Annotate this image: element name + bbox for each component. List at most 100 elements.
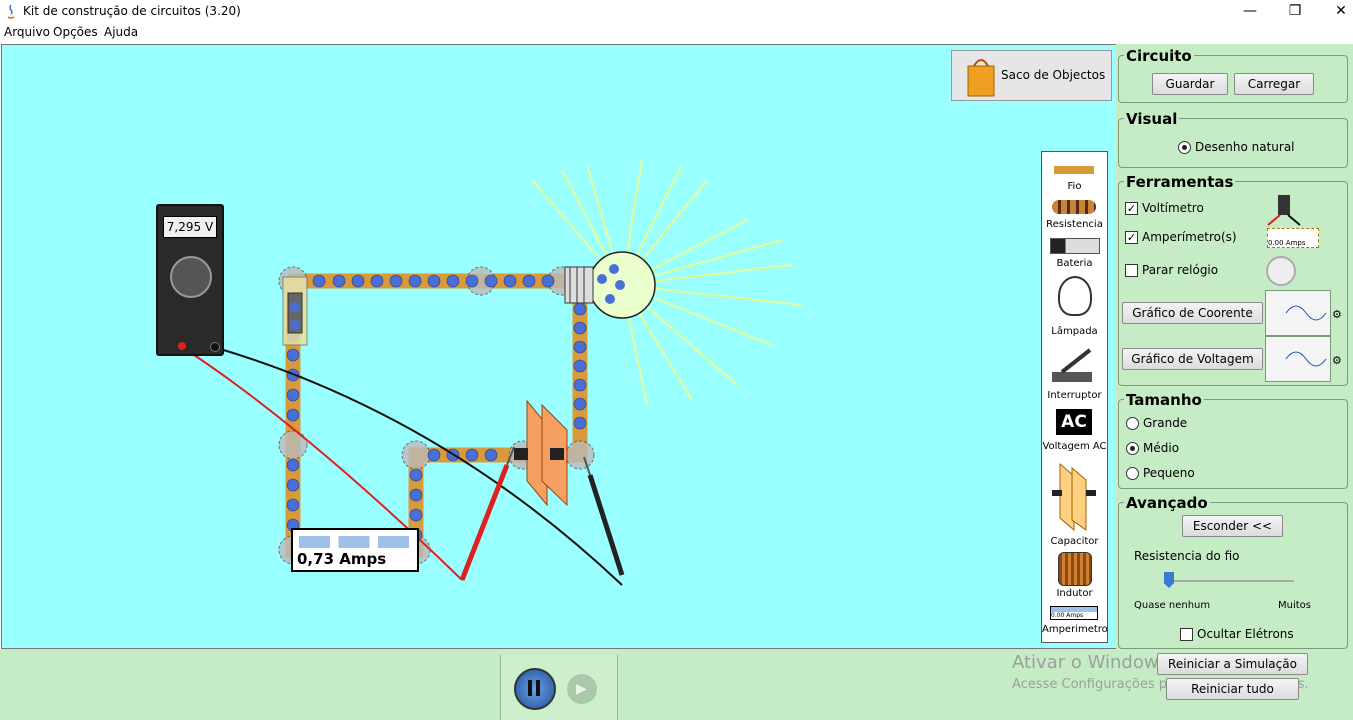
- tool-amperimetro-label: Amperimetro: [1042, 624, 1108, 635]
- tool-interruptor[interactable]: Interruptor: [1042, 344, 1107, 402]
- capacitor-icon: [1052, 462, 1096, 532]
- desenho-natural-radio[interactable]: [1178, 141, 1191, 154]
- object-bag-label: Saco de Objectos: [1001, 68, 1106, 82]
- maximize-button[interactable]: ❐: [1272, 0, 1318, 23]
- slider-min-label: Quase nenhum: [1134, 600, 1211, 611]
- voltmeter-device[interactable]: 7,295 V: [156, 204, 224, 356]
- grafico-voltagem-button[interactable]: Gráfico de Voltagem: [1122, 348, 1263, 370]
- tool-amperimetro[interactable]: 0.00 Amps Amperimetro: [1042, 604, 1108, 640]
- battery-icon: [1050, 238, 1100, 254]
- circuito-title: Circuito: [1124, 47, 1194, 65]
- desenho-natural-label: Desenho natural: [1195, 140, 1295, 154]
- avancado-title: Avançado: [1124, 494, 1210, 512]
- window-title: Kit de construção de circuitos (3.20): [23, 4, 241, 18]
- inductor-icon: [1058, 552, 1092, 586]
- capacitor-component[interactable]: [514, 399, 568, 507]
- menu-ajuda[interactable]: Ajuda: [104, 25, 138, 39]
- close-icon: ✕: [1335, 3, 1347, 19]
- visual-title: Visual: [1124, 110, 1180, 128]
- voltimetro-label: Voltímetro: [1142, 201, 1204, 215]
- pequeno-radio[interactable]: [1126, 467, 1139, 480]
- tool-bateria-label: Bateria: [1056, 258, 1093, 269]
- ammeter-segments: [299, 536, 409, 548]
- guardar-button[interactable]: Guardar: [1152, 73, 1228, 95]
- ocultar-eletrons-checkbox[interactable]: [1180, 628, 1193, 641]
- amperimetro-checkbox[interactable]: ✓: [1125, 231, 1138, 244]
- tool-capacitor[interactable]: Capacitor: [1042, 460, 1107, 548]
- stopwatch-icon: [1266, 256, 1296, 286]
- electrons: [286, 274, 587, 542]
- tool-fio[interactable]: Fio: [1042, 162, 1107, 194]
- circuit-canvas[interactable]: 7,295 V 0,73 Amps Saco de Objectos: [1, 44, 1117, 649]
- close-button[interactable]: ✕: [1318, 0, 1353, 23]
- java-app-icon: [7, 4, 15, 19]
- grafico-corrente-button[interactable]: Gráfico de Coorente: [1122, 302, 1263, 324]
- reiniciar-simulacao-button[interactable]: Reiniciar a Simulação: [1157, 653, 1308, 675]
- tool-fio-label: Fio: [1067, 181, 1082, 192]
- tool-interruptor-label: Interruptor: [1047, 390, 1102, 401]
- reiniciar-tudo-button[interactable]: Reiniciar tudo: [1166, 678, 1299, 700]
- resistor-icon: [1052, 200, 1096, 214]
- ocultar-eletrons-label: Ocultar Elétrons: [1197, 627, 1294, 641]
- tool-indutor[interactable]: Indutor: [1042, 552, 1107, 602]
- voltmeter-display: 7,295 V: [163, 216, 217, 238]
- lightbulb-icon: [1058, 276, 1092, 316]
- parar-relogio-label: Parar relógio: [1142, 263, 1219, 277]
- object-bag-button[interactable]: Saco de Objectos: [951, 50, 1112, 101]
- red-probe[interactable]: [459, 446, 515, 581]
- ferramentas-title: Ferramentas: [1124, 173, 1236, 191]
- medio-radio[interactable]: [1126, 442, 1139, 455]
- black-probe[interactable]: [583, 456, 625, 576]
- ammeter-icon: 0.00 Amps: [1050, 606, 1098, 620]
- step-button[interactable]: ▶: [567, 674, 597, 704]
- grande-label: Grande: [1143, 416, 1188, 430]
- carregar-button[interactable]: Carregar: [1234, 73, 1314, 95]
- parar-relogio-checkbox[interactable]: [1125, 264, 1138, 277]
- resistencia-fio-label: Resistencia do fio: [1134, 549, 1240, 563]
- minimize-icon: —: [1243, 3, 1257, 19]
- wire-icon: [1054, 166, 1094, 174]
- ammeter-reading: 0,73 Amps: [297, 550, 387, 568]
- minimize-button[interactable]: —: [1227, 0, 1273, 23]
- tool-bateria[interactable]: Bateria: [1042, 236, 1107, 270]
- slider-max-label: Muitos: [1278, 600, 1311, 611]
- pequeno-label: Pequeno: [1143, 466, 1195, 480]
- component-toolbox: Fio Resistencia Bateria Lâmpada Interrup…: [1041, 151, 1108, 643]
- esconder-button[interactable]: Esconder <<: [1182, 515, 1283, 537]
- voltimetro-checkbox[interactable]: ✓: [1125, 202, 1138, 215]
- switch-icon: [1052, 348, 1092, 382]
- current-chart-icon: [1265, 290, 1331, 336]
- tool-indutor-label: Indutor: [1056, 588, 1093, 599]
- tool-voltagem-ac[interactable]: AC Voltagem AC: [1042, 409, 1107, 455]
- voltmeter-jack-black: [210, 342, 220, 352]
- restore-icon: ❐: [1288, 3, 1302, 19]
- voltmeter-tool-icon: [1267, 195, 1301, 226]
- resistencia-fio-track: [1168, 580, 1294, 582]
- tool-resistencia[interactable]: Resistencia: [1042, 198, 1107, 232]
- shopping-bag-icon: [967, 59, 995, 97]
- voltage-chart-gear-icon[interactable]: ⚙: [1332, 354, 1342, 367]
- medio-label: Médio: [1143, 441, 1180, 455]
- playback-controls: ▶: [500, 655, 618, 720]
- grande-radio[interactable]: [1126, 417, 1139, 430]
- tamanho-title: Tamanho: [1124, 391, 1204, 409]
- menu-opcoes[interactable]: Opções: [53, 25, 98, 39]
- tool-resistencia-label: Resistencia: [1046, 219, 1103, 230]
- voltmeter-dial: [170, 256, 212, 298]
- menu-bar: Arquivo Opções Ajuda: [0, 23, 1353, 42]
- current-chart-gear-icon[interactable]: ⚙: [1332, 308, 1342, 321]
- tool-lampada[interactable]: Lâmpada: [1042, 274, 1107, 338]
- amperimetro-label: Amperímetro(s): [1142, 230, 1237, 244]
- pause-button[interactable]: [514, 668, 556, 710]
- voltage-chart-icon: [1265, 336, 1331, 382]
- voltmeter-jack-red: [178, 342, 186, 350]
- ammeter-tool-icon: 0.00 Amps: [1267, 228, 1319, 248]
- menu-arquivo[interactable]: Arquivo: [4, 25, 50, 39]
- tool-lampada-label: Lâmpada: [1051, 326, 1098, 337]
- tool-capacitor-label: Capacitor: [1050, 536, 1099, 547]
- step-icon: ▶: [576, 681, 587, 697]
- title-bar: Kit de construção de circuitos (3.20) — …: [0, 0, 1353, 23]
- windows-watermark-title: Ativar o Windows: [1012, 652, 1168, 673]
- switch-component[interactable]: [282, 276, 308, 346]
- ammeter-device[interactable]: 0,73 Amps: [291, 528, 419, 572]
